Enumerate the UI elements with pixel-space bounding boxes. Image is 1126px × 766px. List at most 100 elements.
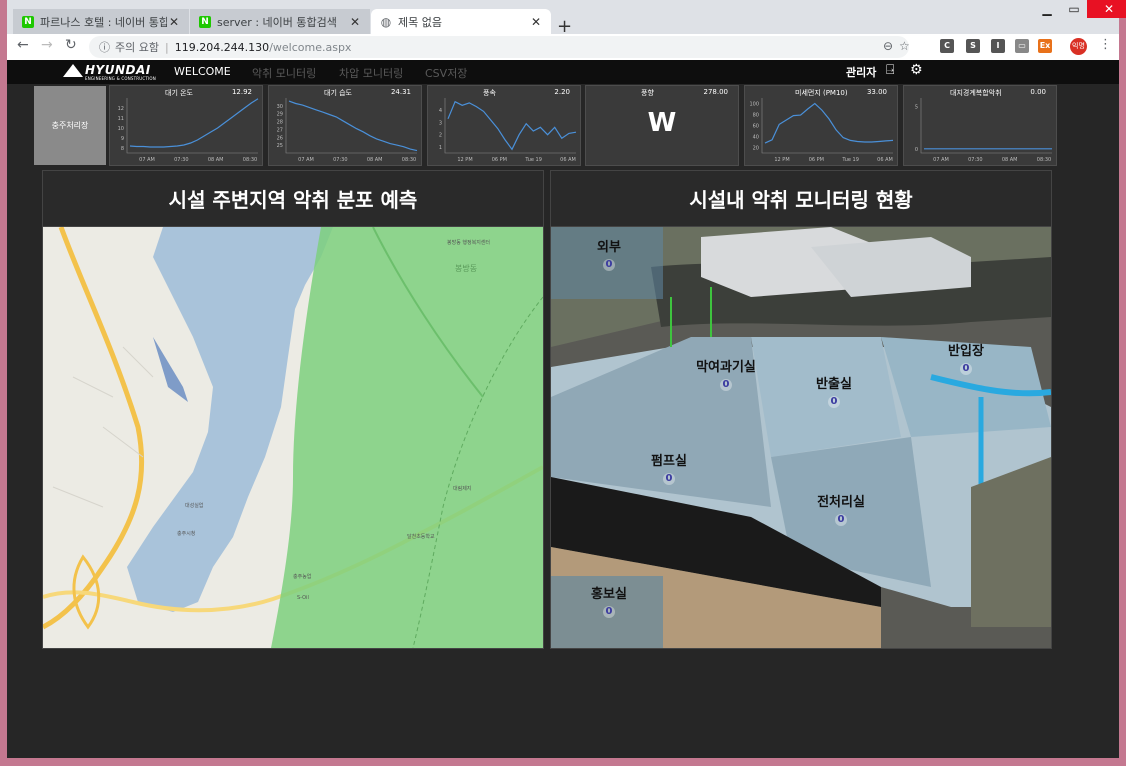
info-icon[interactable]: ⓘ xyxy=(99,39,110,55)
chrome-menu-icon[interactable]: ⋮ xyxy=(1099,37,1112,52)
reload-button[interactable]: ↻ xyxy=(65,37,77,53)
back-button[interactable]: ← xyxy=(17,37,29,53)
minimize-button[interactable]: ▁ xyxy=(1034,0,1060,18)
card-title: 풍속 xyxy=(483,89,496,97)
tab-strip: N 파르나스 호텔 : 네이버 통합검색 ✕ N server : 네이버 통합… xyxy=(7,6,1119,37)
url-path: /welcome.aspx xyxy=(269,40,352,54)
room-value: 0 xyxy=(960,363,972,375)
web-page: HYUNDAI ENGINEERING & CONSTRUCTION WELCO… xyxy=(7,60,1119,758)
y-tick-label: 30 xyxy=(277,104,283,110)
nav-pressure-monitoring[interactable]: 차압 모니터링 xyxy=(339,65,403,81)
extension-c-icon[interactable]: C xyxy=(940,39,954,53)
room-pr[interactable]: 홍보실 0 xyxy=(584,587,634,619)
odor-distribution-panel: 시설 주변지역 악취 분포 예측 봉방동 대성실업 충주시청 충주농업 달천초등… xyxy=(42,170,544,649)
nav-csv-save[interactable]: CSV저장 xyxy=(425,65,467,81)
gear-icon[interactable]: ⚙ xyxy=(910,62,923,78)
profile-avatar[interactable]: 익명 xyxy=(1070,38,1087,55)
tab-parnas[interactable]: N 파르나스 호텔 : 네이버 통합검색 ✕ xyxy=(13,9,189,34)
x-tick-label: 07 AM xyxy=(139,157,155,163)
tab-untitled[interactable]: ◍ 제목 없음 ✕ xyxy=(371,9,551,34)
window-close-button[interactable]: ✕ xyxy=(1087,0,1126,18)
tab-title: 제목 없음 xyxy=(398,15,442,29)
globe-icon: ◍ xyxy=(380,14,392,29)
room-value: 0 xyxy=(603,606,615,618)
y-tick-label: 80 xyxy=(753,113,759,119)
y-tick-label: 1 xyxy=(439,145,442,151)
admin-label[interactable]: 관리자 xyxy=(846,64,876,80)
maximize-button[interactable]: ▭ xyxy=(1061,0,1087,18)
wind-speed-card[interactable]: 4 3 2 1 12 PM 06 PM Tue 19 06 AM 풍속 2.20 xyxy=(427,85,581,166)
x-tick-label: Tue 19 xyxy=(841,157,859,163)
x-tick-label: 08:30 xyxy=(1037,157,1051,163)
tab-server[interactable]: N server : 네이버 통합검색 ✕ xyxy=(190,9,370,34)
bookmark-star-icon[interactable]: ☆ xyxy=(899,39,910,53)
card-value: 0.00 xyxy=(1030,88,1046,96)
map-label: 충주시청 xyxy=(177,531,196,537)
y-tick-label: 12 xyxy=(118,106,124,112)
air-temperature-card[interactable]: 12 11 10 9 8 07 AM 07:30 08 AM 08:30 대기 온도 12.92 xyxy=(109,85,263,166)
map-label: 봉방동 xyxy=(455,264,478,273)
card-title: 대지경계복합악취 xyxy=(950,89,1002,97)
room-outbound[interactable]: 반출실 0 xyxy=(809,377,859,409)
extension-ex-icon[interactable]: Ex xyxy=(1038,39,1052,53)
x-tick-label: 07:30 xyxy=(968,157,982,163)
close-icon[interactable]: ✕ xyxy=(348,15,362,29)
address-bar[interactable]: ⓘ 주의 요함 | 119.204.244.130/welcome.aspx ⊖… xyxy=(89,36,910,58)
room-value: 0 xyxy=(835,514,847,526)
panel-title: 시설 주변지역 악취 분포 예측 xyxy=(43,171,543,227)
map-label: S-Oil xyxy=(297,595,309,601)
air-humidity-card[interactable]: 30 29 28 27 26 25 07 AM 07:30 08 AM 08:30 대기 습도 24.… xyxy=(268,85,422,166)
card-title: 대기 습도 xyxy=(324,89,352,97)
card-value: 33.00 xyxy=(866,88,887,96)
nav-odor-monitoring[interactable]: 악취 모니터링 xyxy=(252,65,316,81)
sparkline-chart: 30 29 2827 26 25 07 AM 07:30 08 AM 08:30 xyxy=(277,98,418,163)
pm10-card[interactable]: 100 80 60 40 20 12 PM 06 PM Tue 19 06 AM 미세먼지 (PM… xyxy=(744,85,898,166)
logout-icon[interactable]: ⍈ xyxy=(886,62,894,78)
odor-composite-card[interactable]: 5 0 07 AM 07:30 08 AM 08:30 대지경계복합악취 0.00 xyxy=(903,85,1057,166)
close-icon[interactable]: ✕ xyxy=(167,15,181,29)
y-tick-label: 27 xyxy=(277,127,283,133)
sparkline-chart: 5 0 07 AM 07:30 08 AM 08:30 xyxy=(915,98,1052,163)
x-tick-label: 07 AM xyxy=(933,157,949,163)
room-inbound[interactable]: 반입장 0 xyxy=(941,344,991,376)
sparkline-chart: 12 11 10 9 8 07 AM 07:30 08 AM 08:30 xyxy=(118,98,259,163)
station-button[interactable]: 충주처리장 xyxy=(34,86,106,165)
y-tick-label: 60 xyxy=(753,124,759,130)
x-tick-label: 12 PM xyxy=(774,157,789,163)
series-line xyxy=(447,100,577,151)
naver-icon: N xyxy=(22,15,34,28)
y-tick-label: 5 xyxy=(915,104,918,110)
y-tick-label: 11 xyxy=(118,116,124,122)
chart-axes xyxy=(761,98,893,154)
x-tick-label: 08:30 xyxy=(402,157,416,163)
room-value: 0 xyxy=(663,473,675,485)
y-tick-label: 8 xyxy=(121,146,124,152)
zoom-icon[interactable]: ⊖ xyxy=(883,39,893,53)
nav-welcome[interactable]: WELCOME xyxy=(174,65,231,78)
room-outside[interactable]: 외부 0 xyxy=(589,240,629,272)
y-tick-label: 4 xyxy=(439,108,442,114)
extension-i-icon[interactable]: I xyxy=(991,39,1005,53)
room-name: 막여과기실 xyxy=(696,360,756,375)
room-name: 외부 xyxy=(597,240,621,255)
room-name: 반입장 xyxy=(948,344,984,359)
odor-map[interactable]: 봉방동 대성실업 충주시청 충주농업 달천초등학교 봉방동 행정복지센터 S-O… xyxy=(43,227,543,648)
x-tick-label: 06 PM xyxy=(809,157,824,163)
y-tick-label: 100 xyxy=(749,102,759,108)
room-pretreatment[interactable]: 전처리실 0 xyxy=(811,495,871,527)
forward-button[interactable]: → xyxy=(41,37,53,53)
room-membrane[interactable]: 막여과기실 0 xyxy=(691,360,761,392)
close-icon[interactable]: ✕ xyxy=(529,15,543,29)
wind-direction-card[interactable]: 풍향 278.00 W xyxy=(585,85,739,166)
extension-cast-icon[interactable]: ▭ xyxy=(1015,39,1029,53)
room-pump[interactable]: 펌프실 0 xyxy=(644,454,694,486)
map-label: 봉방동 행정복지센터 xyxy=(447,240,490,246)
facility-diagram[interactable]: 외부 0 막여과기실 0 반출실 0 반입장 0 펌프실 0 전처리실 0 홍보… xyxy=(551,227,1051,648)
y-tick-label: 3 xyxy=(439,120,442,126)
browser-toolbar: ← → ↻ ⓘ 주의 요함 | 119.204.244.130/welcome.… xyxy=(7,34,1119,60)
x-tick-label: 07 AM xyxy=(298,157,314,163)
logo-mark-icon xyxy=(63,64,83,77)
extension-s-icon[interactable]: S xyxy=(966,39,980,53)
y-tick-label: 10 xyxy=(118,126,124,132)
series-line xyxy=(764,102,894,144)
